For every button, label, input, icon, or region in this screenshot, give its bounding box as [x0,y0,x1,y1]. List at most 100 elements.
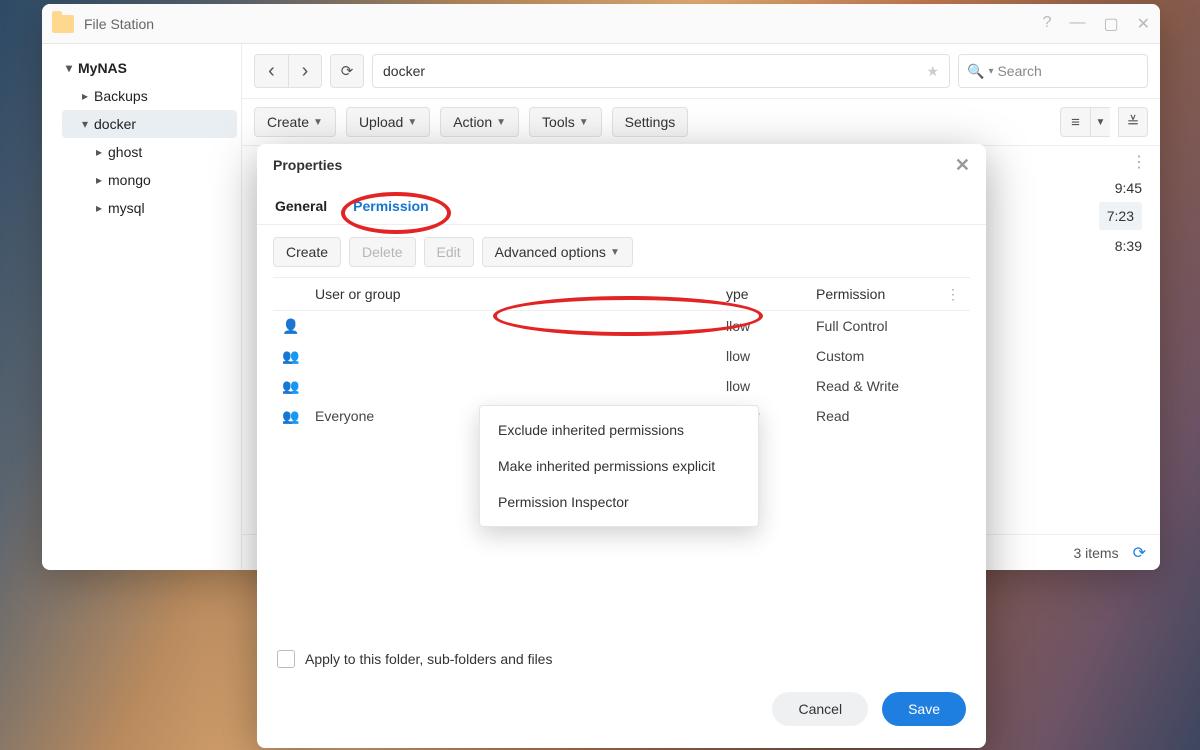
perm-edit-label: Edit [437,244,461,260]
column-menu-icon[interactable]: ⋮ [946,286,970,303]
file-row[interactable]: 8:39 [1115,232,1142,260]
tree-item-mysql[interactable]: ▸ mysql [76,194,237,222]
table-row[interactable]: 👥 llow Read & Write [273,371,970,401]
item-count: 3 items [1073,545,1118,561]
settings-button[interactable]: Settings [612,107,689,137]
tools-menu[interactable]: Tools ▼ [529,107,602,137]
tree-item-label: ghost [108,144,142,160]
chevron-left-icon [268,60,275,83]
cell-modified: 8:39 [1115,238,1142,254]
refresh-icon[interactable]: ⟳ [1133,543,1146,563]
group-icon: 👥 [273,408,309,425]
file-row[interactable]: 9:45 [1115,174,1142,202]
menu-exclude-inherited[interactable]: Exclude inherited permissions [480,412,758,448]
search-input[interactable]: 🔍 ▾ Search [958,54,1148,88]
tree-item-backups[interactable]: ▸ Backups [62,82,237,110]
caret-right-icon: ▸ [94,173,104,187]
caret-right-icon: ▸ [94,201,104,215]
apply-recursive-checkbox[interactable] [277,650,295,668]
cell-modified: 7:23 [1107,208,1134,224]
view-menu-button[interactable]: ▼ [1090,107,1110,137]
column-menu-icon[interactable]: ⋮ [1131,152,1148,172]
apply-recursive-label: Apply to this folder, sub-folders and fi… [305,651,552,667]
settings-label: Settings [625,114,676,130]
maximize-icon[interactable]: ▢ [1103,14,1118,34]
list-icon: ≡ [1071,114,1080,131]
caret-down-icon: ▼ [1096,117,1106,128]
action-label: Action [453,114,492,130]
folder-icon [52,15,74,33]
table-header: User or group ype Permission ⋮ [273,277,970,311]
sort-button[interactable]: ≚ [1118,107,1148,137]
minimize-icon[interactable]: — [1069,14,1085,34]
search-placeholder: Search [997,63,1041,79]
path-input[interactable]: docker ★ [372,54,950,88]
cell-type: llow [726,348,816,364]
advanced-options-menu[interactable]: Advanced options ▼ [482,237,633,267]
tree-item-mongo[interactable]: ▸ mongo [76,166,237,194]
sort-icon: ≚ [1127,113,1140,131]
file-row[interactable]: 7:23 [1099,202,1142,230]
action-menu[interactable]: Action ▼ [440,107,519,137]
path-text: docker [383,63,425,79]
permission-table: User or group ype Permission ⋮ 👤 llow Fu… [257,277,986,636]
cell-modified: 9:45 [1115,180,1142,196]
search-caret-icon: ▾ [988,66,993,77]
forward-button[interactable] [288,54,322,88]
create-menu[interactable]: Create ▼ [254,107,336,137]
tree-item-ghost[interactable]: ▸ ghost [76,138,237,166]
dialog-title: Properties [273,157,342,173]
dialog-tabs: General Permission [257,186,986,225]
cell-perm: Read [816,408,946,424]
table-row[interactable]: 👤 llow Full Control [273,311,970,341]
caret-down-icon: ▼ [579,117,589,128]
search-icon: 🔍 [967,63,984,80]
tab-permission[interactable]: Permission [351,186,430,224]
cancel-button[interactable]: Cancel [772,692,868,726]
cell-type: llow [726,378,816,394]
dialog-close-icon[interactable]: ✕ [955,155,970,176]
close-icon[interactable]: ✕ [1137,14,1150,34]
cell-perm: Custom [816,348,946,364]
tree-item-docker[interactable]: ▾ docker [62,110,237,138]
user-icon: 👤 [273,318,309,335]
col-permission[interactable]: Permission [816,286,946,302]
tree-item-label: mongo [108,172,151,188]
tools-label: Tools [542,114,575,130]
menu-permission-inspector[interactable]: Permission Inspector [480,484,758,520]
tab-general[interactable]: General [273,186,329,224]
group-icon: 👥 [273,348,309,365]
caret-down-icon: ▼ [496,117,506,128]
properties-dialog: Properties ✕ General Permission Create D… [257,144,986,748]
perm-create-button[interactable]: Create [273,237,341,267]
titlebar: File Station ? — ▢ ✕ [42,4,1160,44]
help-icon[interactable]: ? [1043,14,1052,34]
save-button[interactable]: Save [882,692,966,726]
favorite-icon[interactable]: ★ [926,63,939,80]
upload-menu[interactable]: Upload ▼ [346,107,430,137]
view-list-button[interactable]: ≡ [1060,107,1090,137]
sidebar: ▾ MyNAS ▸ Backups ▾ docker ▸ ghost [42,44,242,570]
caret-down-icon: ▼ [407,117,417,128]
perm-delete-button[interactable]: Delete [349,237,415,267]
menu-make-explicit[interactable]: Make inherited permissions explicit [480,448,758,484]
tree-root-label: MyNAS [78,60,127,76]
caret-down-icon: ▼ [610,247,620,258]
col-type[interactable]: ype [726,286,816,302]
create-label: Create [267,114,309,130]
tree-item-label: Backups [94,88,148,104]
back-button[interactable] [254,54,288,88]
col-user[interactable]: User or group [309,286,726,302]
perm-edit-button[interactable]: Edit [424,237,474,267]
upload-label: Upload [359,114,403,130]
chevron-right-icon [302,60,309,83]
table-row[interactable]: 👥 llow Custom [273,341,970,371]
caret-down-icon: ▼ [313,117,323,128]
cell-type: llow [726,318,816,334]
reload-button[interactable]: ⟳ [330,54,364,88]
advanced-label: Advanced options [495,244,606,260]
tree-root[interactable]: ▾ MyNAS [46,54,237,82]
perm-create-label: Create [286,244,328,260]
cell-perm: Full Control [816,318,946,334]
group-icon: 👥 [273,378,309,395]
